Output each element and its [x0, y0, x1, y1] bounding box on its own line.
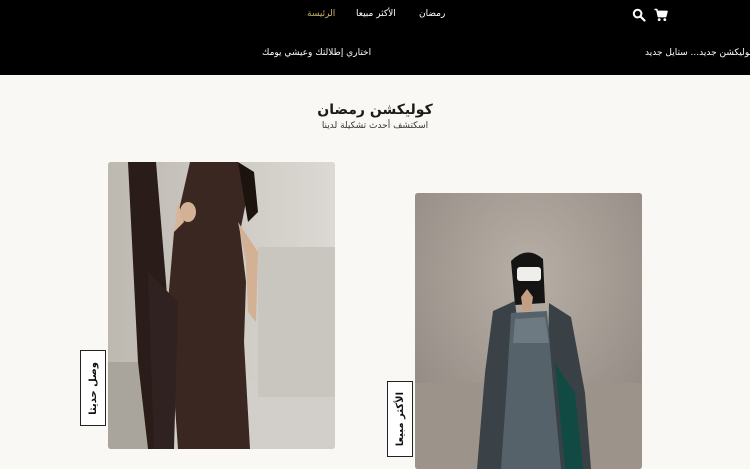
search-icon[interactable] [632, 7, 646, 22]
new-arrivals-label[interactable]: وصل حديثا [80, 350, 106, 426]
cart-icon[interactable] [654, 7, 668, 21]
best-sellers-label-text: الأكثر مبيعا [394, 391, 406, 447]
best-sellers-label[interactable]: الأكثر مبيعا [387, 381, 413, 457]
collection-title: كوليكشن رمضان [317, 102, 433, 118]
new-arrivals-card-image[interactable] [108, 162, 335, 449]
new-arrivals-label-text: وصل حديثا [87, 361, 99, 415]
nav-ramadan-link[interactable]: رمضان [419, 8, 445, 20]
best-sellers-card-image[interactable] [415, 193, 642, 469]
nav-home-link[interactable]: الرئيسة [307, 8, 335, 20]
collection-subtitle: اسكتشف أحدث تشكيلة لدينا [321, 121, 429, 131]
promo-tagline-right: كوليكشن جديد... ستايل جديد [645, 48, 750, 58]
nav-best-sellers-link[interactable]: الأكثر مبيعا [356, 8, 396, 20]
top-header: الرئيسة الأكثر مبيعا رمضان اختاري إطلالت… [0, 0, 750, 75]
promo-tagline-left: اختاري إطلالتك وعيشي يومك [262, 48, 372, 58]
